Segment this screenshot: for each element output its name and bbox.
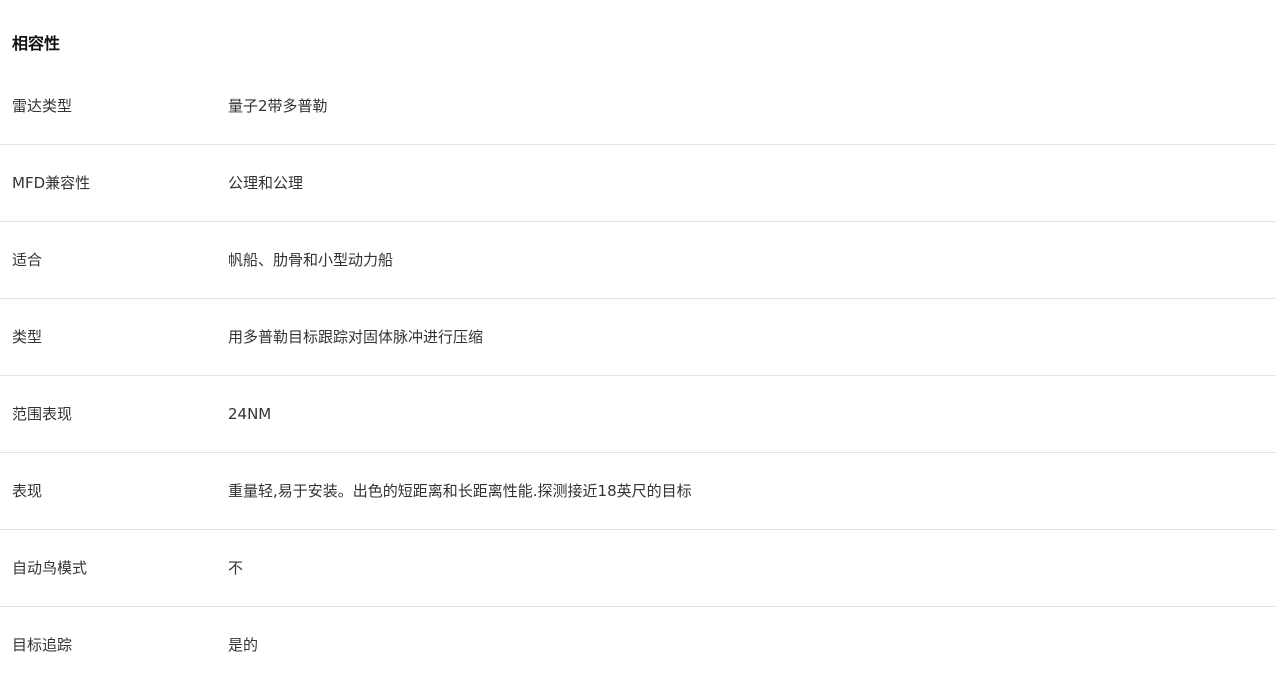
- spec-label: 类型: [12, 328, 43, 346]
- spec-label: MFD兼容性: [12, 174, 91, 192]
- spec-row-suitable-for: 适合 帆船、肋骨和小型动力船: [0, 222, 1276, 299]
- spec-row-target-tracking: 目标追踪 是的: [0, 607, 1276, 683]
- section-title: 相容性: [12, 34, 61, 53]
- compatibility-section: 相容性 雷达类型 量子2带多普勒 MFD兼容性 公理和公理 适合 帆船、肋骨和小…: [0, 0, 1276, 683]
- spec-label: 表现: [12, 482, 43, 500]
- spec-row-performance: 表现 重量轻,易于安装。出色的短距离和长距离性能.探测接近18英尺的目标: [0, 453, 1276, 530]
- spec-value: 用多普勒目标跟踪对固体脉冲进行压缩: [228, 328, 484, 346]
- spec-label: 适合: [12, 251, 43, 269]
- spec-value: 公理和公理: [228, 174, 304, 192]
- spec-label: 自动鸟模式: [12, 559, 88, 577]
- spec-row-type: 类型 用多普勒目标跟踪对固体脉冲进行压缩: [0, 299, 1276, 376]
- spec-row-mfd-compatibility: MFD兼容性 公理和公理: [0, 145, 1276, 222]
- spec-row-range-performance: 范围表现 24NM: [0, 376, 1276, 453]
- spec-label: 范围表现: [12, 405, 73, 423]
- spec-value: 是的: [228, 636, 259, 654]
- spec-value: 重量轻,易于安装。出色的短距离和长距离性能.探测接近18英尺的目标: [228, 482, 692, 500]
- spec-value: 量子2带多普勒: [228, 97, 328, 115]
- spec-label: 雷达类型: [12, 97, 73, 115]
- spec-value: 不: [228, 559, 244, 577]
- spec-table: 雷达类型 量子2带多普勒 MFD兼容性 公理和公理 适合 帆船、肋骨和小型动力船…: [0, 68, 1276, 683]
- spec-value: 帆船、肋骨和小型动力船: [228, 251, 394, 269]
- spec-row-auto-bird-mode: 自动鸟模式 不: [0, 530, 1276, 607]
- spec-row-radar-type: 雷达类型 量子2带多普勒: [0, 68, 1276, 145]
- spec-label: 目标追踪: [12, 636, 73, 654]
- spec-value: 24NM: [228, 405, 272, 423]
